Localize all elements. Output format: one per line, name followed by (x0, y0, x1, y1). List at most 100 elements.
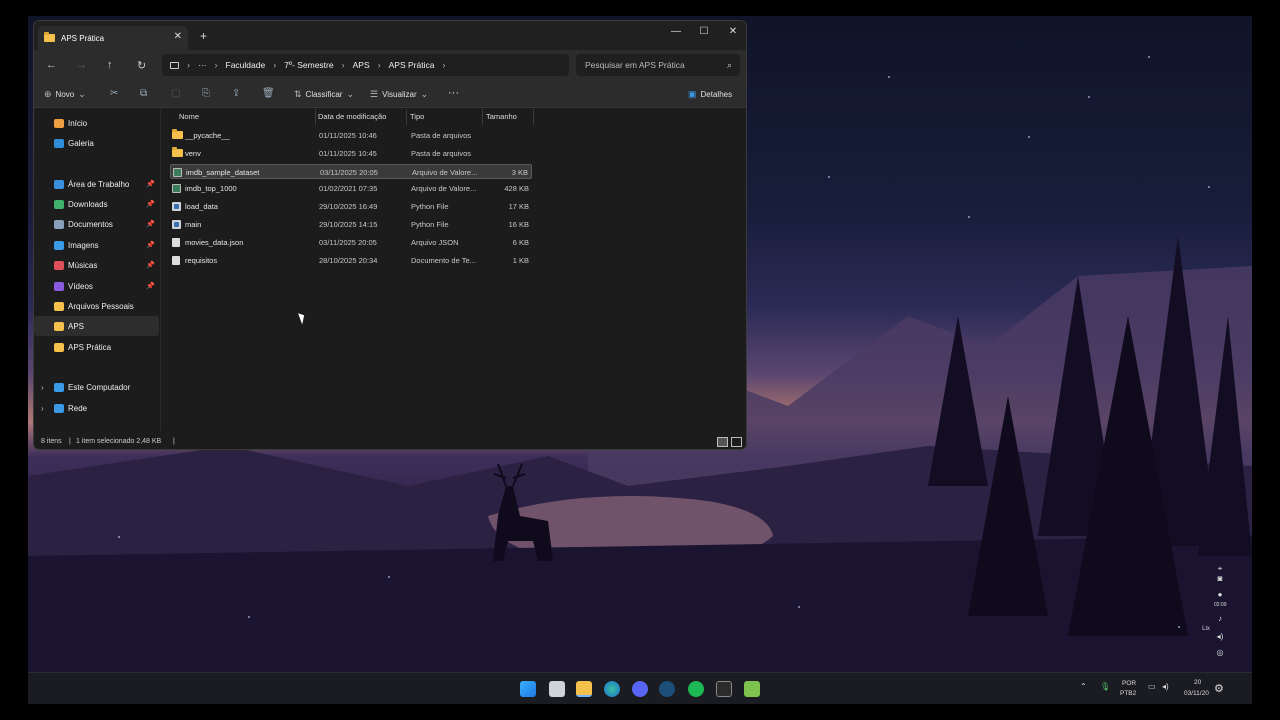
paste-icon[interactable]: ▢ (171, 88, 180, 99)
maximize-button[interactable]: ☐ (696, 26, 712, 42)
column-header-date[interactable]: Data de modificação (318, 112, 386, 121)
microphone-icon[interactable]: ♪ (1214, 614, 1226, 623)
sidebar-item[interactable]: Área de Trabalho 📌 (34, 174, 159, 194)
column-divider[interactable] (406, 109, 407, 125)
folder-icon (44, 32, 55, 42)
column-header-name[interactable]: Nome (179, 112, 199, 121)
table-row[interactable]: movies_data.json 03/11/2025 20:05 Arquivo … (170, 235, 532, 250)
tab-aps-pratica[interactable]: APS Prática ✕ (38, 26, 188, 50)
sidebar-item[interactable]: Imagens 📌 (34, 235, 159, 255)
task-view-icon[interactable] (549, 681, 565, 697)
start-button-windows-icon[interactable] (520, 681, 536, 697)
table-row[interactable]: requisitos 28/10/2025 20:34 Documento de T… (170, 253, 532, 268)
record-icon[interactable]: ● (1214, 590, 1226, 599)
table-row[interactable]: venv 01/11/2025 10:45 Pasta de arquivos (170, 146, 532, 161)
breadcrumb[interactable]: › ··· › Faculdade › 7º- Semestre › APS ›… (162, 54, 569, 76)
sidebar-item-label: Área de Trabalho (68, 179, 130, 189)
forward-button[interactable]: → (76, 59, 87, 71)
spotify-icon[interactable] (688, 681, 704, 697)
breadcrumb-item[interactable]: Faculdade (226, 60, 266, 70)
column-divider[interactable] (315, 109, 316, 125)
tab-close-button[interactable]: ✕ (174, 31, 182, 42)
sidebar-item[interactable]: Início (34, 113, 159, 133)
close-window-button[interactable]: ✕ (725, 26, 741, 42)
file-type: Arquivo de Valore... (411, 184, 477, 194)
column-divider[interactable] (482, 109, 483, 125)
details-button[interactable]: ▣ Detalhes (688, 89, 732, 100)
microphone-tray-icon[interactable]: 🎙 (1100, 682, 1110, 691)
new-button[interactable]: ⊕ Novo ⌄ (44, 89, 86, 100)
steam-icon[interactable] (659, 681, 675, 697)
keyboard-layout[interactable]: PTB2 (1120, 690, 1136, 697)
chevron-right-icon[interactable]: › (41, 383, 44, 392)
sort-label: Classificar (305, 90, 343, 99)
new-tab-button[interactable]: + (200, 29, 207, 43)
pin-icon[interactable]: ⌖ (1214, 564, 1226, 574)
plus-circle-icon: ⊕ (44, 89, 52, 99)
sidebar-item[interactable]: Vídeos 📌 (34, 276, 159, 296)
rename-icon[interactable]: ⎘ (202, 88, 210, 99)
column-header-type[interactable]: Tipo (410, 112, 424, 121)
sidebar-item[interactable]: Downloads 📌 (34, 194, 159, 214)
sidebar-item[interactable]: › Este Computador (34, 377, 159, 397)
sidebar-item[interactable]: Galeria (34, 133, 159, 153)
large-icons-view-icon[interactable] (731, 437, 742, 447)
table-row[interactable]: imdb_top_1000 01/02/2021 07:35 Arquivo de … (170, 181, 532, 196)
search-input[interactable]: Pesquisar em APS Prática ⌕ (576, 54, 740, 76)
folder-icon (172, 129, 183, 141)
up-button[interactable]: ↑ (107, 59, 113, 71)
back-button[interactable]: ← (46, 59, 57, 71)
details-view-icon[interactable] (717, 437, 728, 447)
sidebar-item[interactable]: Documentos 📌 (34, 214, 159, 234)
settings-icon[interactable]: ◎ (1214, 648, 1226, 657)
copy-icon[interactable]: ⧉ (140, 88, 147, 99)
file-explorer-taskbar-icon[interactable] (576, 681, 592, 697)
table-row[interactable]: __pycache__ 01/11/2025 10:46 Pasta de arqu… (170, 128, 532, 143)
minimize-button[interactable]: — (668, 26, 684, 42)
volume-tray-icon[interactable]: ◂) (1162, 682, 1169, 691)
gallery-icon (54, 138, 64, 148)
breadcrumb-item[interactable]: 7º- Semestre (284, 60, 333, 70)
sidebar-item-label: Imagens (68, 240, 99, 250)
settings-gear-icon[interactable]: ⚙ (1214, 682, 1224, 695)
chevron-right-icon[interactable]: › (41, 404, 44, 413)
network-tray-icon[interactable]: ▭ (1148, 682, 1156, 691)
file-type: Python File (411, 202, 449, 212)
view-button[interactable]: ☰ Visualizar ⌄ (370, 89, 428, 100)
volume-icon[interactable]: ◂) (1214, 632, 1226, 641)
status-bar: 8 itens | 1 item selecionado 2,48 KB | (34, 433, 746, 449)
edge-browser-icon[interactable] (604, 681, 620, 697)
table-row[interactable]: load_data 29/10/2025 16:49 Python File 17 K… (170, 199, 532, 214)
notepad-plus-icon[interactable] (744, 681, 760, 697)
more-options-button[interactable]: ··· (448, 87, 459, 99)
cut-icon[interactable]: ✂ (110, 88, 118, 99)
discord-icon[interactable] (632, 681, 648, 697)
chevron-up-icon[interactable]: ⌃ (1080, 682, 1087, 691)
camera-icon[interactable]: ◙ (1214, 574, 1226, 583)
images-icon (54, 240, 64, 250)
clock-date[interactable]: 03/11/20 (1184, 690, 1209, 697)
sidebar-item[interactable]: Músicas 📌 (34, 255, 159, 275)
sidebar-item[interactable]: APS (34, 316, 159, 336)
terminal-icon[interactable] (716, 681, 732, 697)
sidebar-item[interactable]: Arquivos Pessoais (34, 296, 159, 316)
delete-icon[interactable]: 🗑 (262, 88, 275, 99)
sidebar-item-label: APS (68, 321, 85, 331)
sort-button[interactable]: ⇅ Classificar ⌄ (294, 89, 354, 100)
document-file-icon (172, 255, 180, 267)
refresh-button[interactable]: ↻ (137, 59, 146, 72)
column-divider[interactable] (533, 109, 534, 125)
breadcrumb-item[interactable]: APS (353, 60, 370, 70)
sidebar-item[interactable]: APS Prática (34, 337, 159, 357)
sidebar-item[interactable]: › Rede (34, 398, 159, 418)
table-row[interactable]: main 29/10/2025 14:15 Python File 16 KB (170, 217, 532, 232)
breadcrumb-item[interactable]: APS Prática (389, 60, 435, 70)
view-label: Visualizar (382, 90, 417, 99)
clock-time[interactable]: 20 (1194, 679, 1201, 686)
sidebar-item-label: Downloads (68, 199, 108, 209)
table-row[interactable]: imdb_sample_dataset 03/11/2025 20:05 Arqui… (170, 163, 532, 179)
column-header-size[interactable]: Tamanho (486, 112, 517, 121)
language-code[interactable]: POR (1122, 680, 1136, 687)
breadcrumb-more[interactable]: ··· (198, 60, 207, 70)
share-icon[interactable]: ⇪ (232, 88, 240, 99)
